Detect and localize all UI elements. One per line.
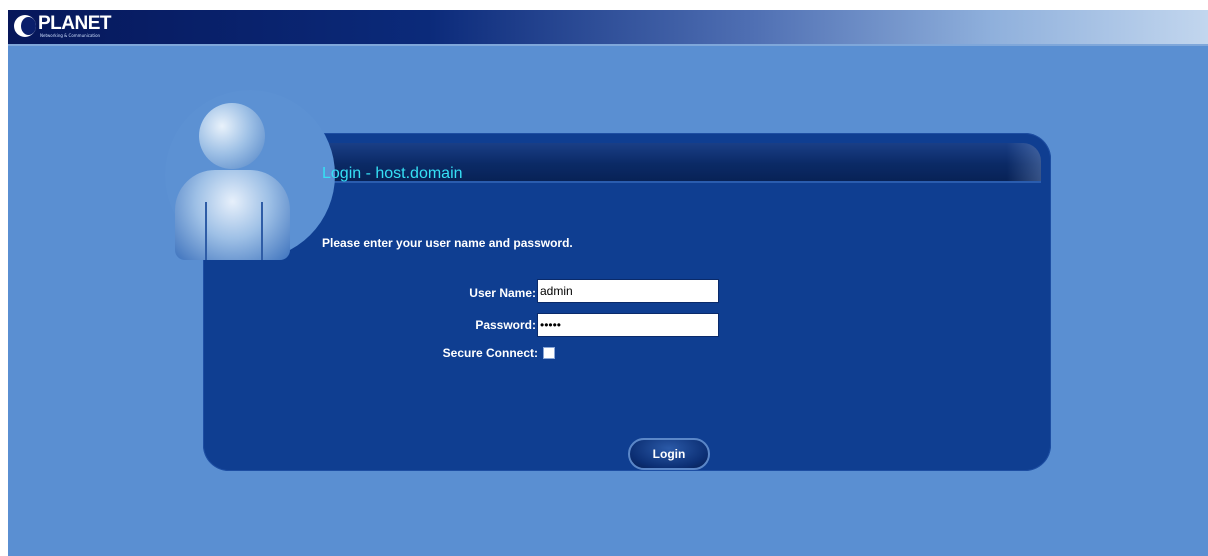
avatar-head — [199, 103, 265, 169]
planet-logo: PLANET Networking & Communication — [14, 13, 112, 42]
password-input[interactable] — [537, 313, 719, 337]
login-title: Login - host.domain — [322, 165, 463, 182]
top-banner: PLANET Networking & Communication — [8, 10, 1208, 46]
login-button[interactable]: Login — [628, 438, 710, 470]
planet-logo-icon — [14, 15, 36, 37]
user-name-input[interactable] — [537, 279, 719, 303]
logo-text: PLANET — [38, 13, 112, 34]
user-name-label: User Name: — [469, 286, 536, 300]
login-prompt: Please enter your user name and password… — [322, 236, 573, 250]
secure-connect-label: Secure Connect: — [442, 346, 538, 360]
secure-connect-checkbox[interactable] — [543, 347, 555, 359]
avatar-body — [175, 170, 290, 260]
password-label: Password: — [475, 318, 536, 332]
logo-tagline: Networking & Communication — [40, 33, 101, 38]
